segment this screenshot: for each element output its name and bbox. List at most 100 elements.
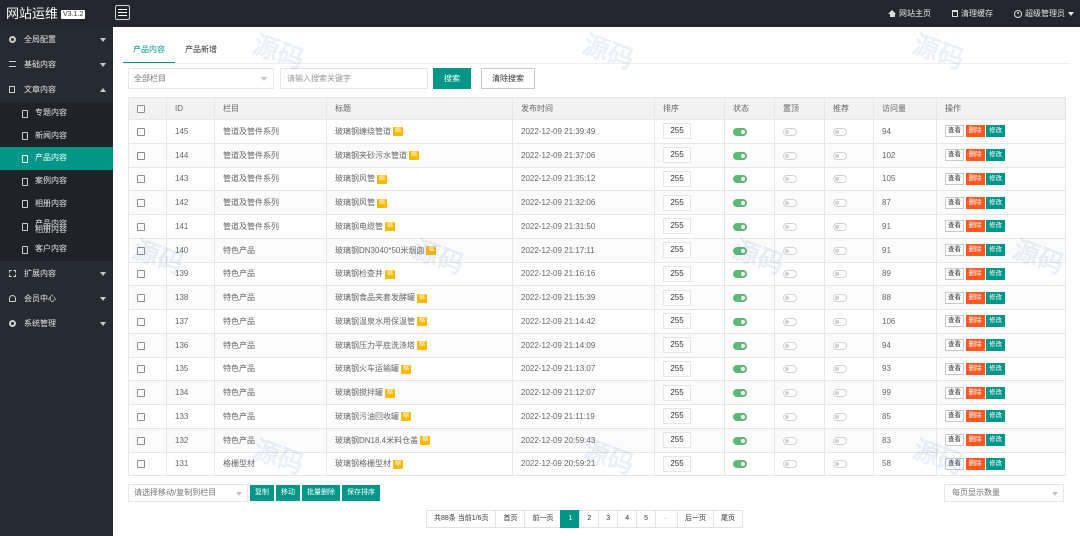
status-toggle[interactable] bbox=[733, 460, 747, 469]
view-button[interactable]: 查看 bbox=[945, 149, 964, 162]
view-button[interactable]: 查看 bbox=[945, 362, 964, 375]
top-toggle[interactable] bbox=[783, 365, 797, 374]
sort-input[interactable]: 255 bbox=[663, 384, 691, 401]
move-button[interactable]: 移动 bbox=[276, 485, 300, 501]
sort-input[interactable]: 255 bbox=[663, 408, 691, 425]
tab-product-add[interactable]: 产品新增 bbox=[175, 42, 227, 64]
page-1-button[interactable]: 1 bbox=[560, 510, 581, 528]
sort-input[interactable]: 255 bbox=[663, 265, 691, 282]
row-checkbox[interactable] bbox=[137, 389, 145, 398]
delete-button[interactable]: 删除 bbox=[965, 457, 985, 470]
recommend-toggle[interactable] bbox=[833, 199, 847, 208]
top-toggle[interactable] bbox=[783, 246, 797, 255]
row-checkbox[interactable] bbox=[137, 460, 145, 469]
row-checkbox[interactable] bbox=[137, 199, 145, 208]
top-toggle[interactable] bbox=[783, 270, 797, 279]
delete-button[interactable]: 删除 bbox=[965, 386, 985, 399]
admin-user-menu[interactable]: 超级管理员 bbox=[1014, 8, 1074, 19]
edit-button[interactable]: 修改 bbox=[986, 149, 1005, 162]
row-checkbox-cell[interactable] bbox=[128, 427, 167, 453]
title-text[interactable]: 玻璃钢污油回收罐 bbox=[335, 412, 399, 421]
row-checkbox[interactable] bbox=[137, 294, 145, 303]
copy-button[interactable]: 复制 bbox=[250, 485, 274, 501]
edit-button[interactable]: 修改 bbox=[986, 362, 1005, 375]
sidebar-item-2[interactable]: 产品内容 bbox=[0, 147, 113, 171]
first-page-button[interactable]: 首页 bbox=[495, 510, 526, 528]
edit-button[interactable]: 修改 bbox=[986, 410, 1005, 423]
sidebar-item-1[interactable]: 新闻内容 bbox=[0, 125, 113, 148]
title-text[interactable]: 玻璃钢火车运输罐 bbox=[335, 364, 399, 373]
top-toggle[interactable] bbox=[783, 175, 797, 184]
top-toggle[interactable] bbox=[783, 294, 797, 303]
row-checkbox[interactable] bbox=[137, 175, 145, 184]
sidebar-item-4[interactable]: 相册内容 bbox=[0, 193, 113, 216]
sort-input[interactable]: 255 bbox=[663, 289, 691, 306]
edit-button[interactable]: 修改 bbox=[986, 457, 1005, 470]
status-toggle[interactable] bbox=[733, 127, 747, 136]
status-toggle[interactable] bbox=[733, 175, 747, 184]
row-checkbox-cell[interactable] bbox=[128, 309, 167, 334]
sidebar-item-5[interactable]: 相册内容 产品内容 bbox=[0, 215, 113, 238]
top-toggle[interactable] bbox=[783, 317, 797, 326]
last-page-button[interactable]: 尾页 bbox=[713, 510, 743, 528]
delete-button[interactable]: 删除 bbox=[965, 220, 985, 233]
move-copy-category-select[interactable]: 请选择移动/复制到栏目 bbox=[128, 484, 248, 502]
top-toggle[interactable] bbox=[783, 199, 797, 208]
sort-input[interactable]: 255 bbox=[663, 123, 691, 140]
delete-button[interactable]: 删除 bbox=[965, 434, 985, 447]
view-button[interactable]: 查看 bbox=[945, 339, 964, 352]
delete-button[interactable]: 删除 bbox=[965, 291, 985, 304]
delete-button[interactable]: 删除 bbox=[965, 125, 985, 138]
sort-input[interactable]: 255 bbox=[663, 432, 691, 449]
batch-delete-button[interactable]: 批量删除 bbox=[302, 485, 340, 501]
view-button[interactable]: 查看 bbox=[945, 267, 964, 280]
delete-button[interactable]: 删除 bbox=[965, 196, 985, 209]
status-toggle[interactable] bbox=[733, 270, 747, 279]
category-select[interactable]: 全部栏目 bbox=[128, 68, 274, 89]
title-text[interactable]: 玻璃钢压力平底洗涤塔 bbox=[335, 341, 415, 350]
edit-button[interactable]: 修改 bbox=[986, 339, 1005, 352]
title-text[interactable]: 玻璃钢缠绕管道 bbox=[335, 127, 391, 136]
status-toggle[interactable] bbox=[733, 151, 747, 160]
edit-button[interactable]: 修改 bbox=[986, 315, 1005, 328]
edit-button[interactable]: 修改 bbox=[986, 267, 1005, 280]
select-all-checkbox[interactable] bbox=[137, 104, 145, 113]
edit-button[interactable]: 修改 bbox=[986, 244, 1005, 257]
clear-search-button[interactable]: 清除搜索 bbox=[481, 68, 535, 89]
search-input[interactable] bbox=[280, 68, 428, 89]
page-3-button[interactable]: 3 bbox=[598, 510, 619, 528]
status-toggle[interactable] bbox=[733, 365, 747, 374]
tab-product-content[interactable]: 产品内容 bbox=[123, 42, 175, 64]
page-5-button[interactable]: 5 bbox=[636, 510, 656, 528]
prev-page-button[interactable]: 前一页 bbox=[524, 510, 562, 528]
top-toggle[interactable] bbox=[783, 412, 797, 421]
view-button[interactable]: 查看 bbox=[945, 386, 964, 399]
row-checkbox-cell[interactable] bbox=[128, 237, 167, 263]
search-button[interactable]: 搜索 bbox=[433, 68, 471, 89]
view-button[interactable]: 查看 bbox=[945, 196, 964, 209]
row-checkbox[interactable] bbox=[137, 317, 145, 326]
recommend-toggle[interactable] bbox=[833, 127, 847, 136]
row-checkbox-cell[interactable] bbox=[128, 166, 167, 192]
row-checkbox-cell[interactable] bbox=[128, 142, 167, 168]
recommend-toggle[interactable] bbox=[833, 412, 847, 421]
title-text[interactable]: 玻璃钢检查井 bbox=[335, 269, 383, 278]
status-toggle[interactable] bbox=[733, 341, 747, 350]
row-checkbox[interactable] bbox=[137, 412, 145, 421]
recommend-toggle[interactable] bbox=[833, 151, 847, 160]
title-text[interactable]: 玻璃钢搅拌罐 bbox=[335, 388, 383, 397]
edit-button[interactable]: 修改 bbox=[986, 172, 1005, 185]
delete-button[interactable]: 删除 bbox=[965, 267, 985, 280]
view-button[interactable]: 查看 bbox=[945, 172, 964, 185]
page-4-button[interactable]: 4 bbox=[617, 510, 638, 528]
title-text[interactable]: 玻璃钢格栅型材 bbox=[335, 459, 391, 468]
sidebar-item-0[interactable]: 专题内容 bbox=[0, 102, 113, 125]
site-home-link[interactable]: 网站主页 bbox=[888, 8, 931, 19]
top-toggle[interactable] bbox=[783, 389, 797, 398]
sidebar-group-groups_after-1[interactable]: 会员中心 bbox=[0, 286, 113, 311]
sort-input[interactable]: 255 bbox=[663, 337, 691, 354]
recommend-toggle[interactable] bbox=[833, 270, 847, 279]
sort-input[interactable]: 255 bbox=[663, 360, 691, 377]
status-toggle[interactable] bbox=[733, 317, 747, 326]
delete-button[interactable]: 删除 bbox=[965, 410, 985, 423]
